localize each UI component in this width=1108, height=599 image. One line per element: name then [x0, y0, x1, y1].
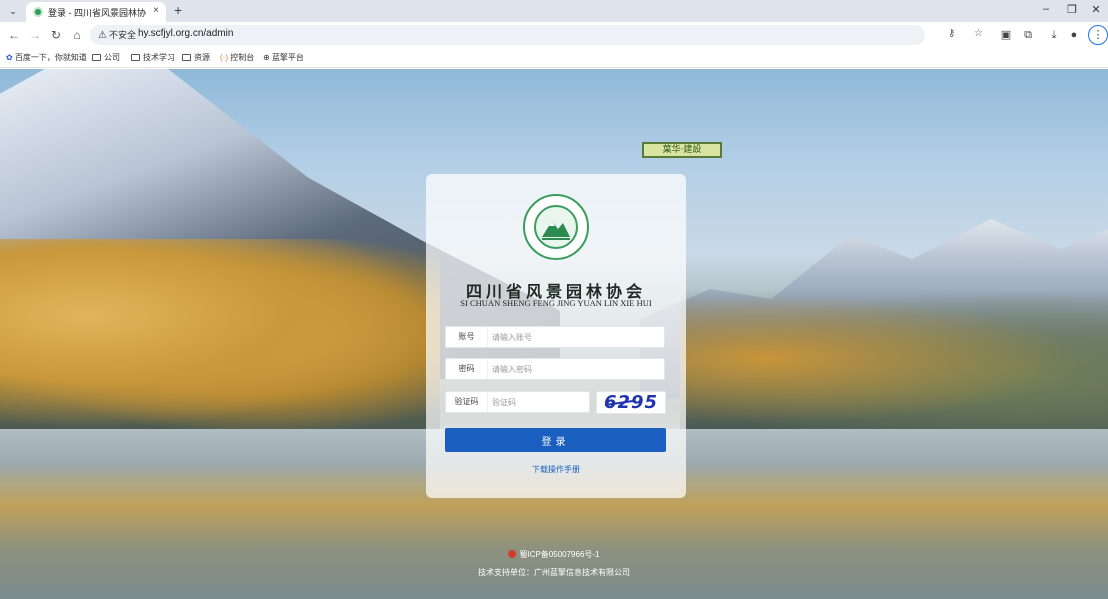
baidu-paw-icon: ✿ [6, 53, 13, 62]
bookmark-label: 百度一下，你就知道 [14, 53, 87, 62]
tab-search-icon[interactable]: ⌄ [6, 4, 20, 18]
download-icon[interactable]: ⤓ [1046, 27, 1062, 43]
icp-record[interactable]: 蜀ICP备05007966号-1 [0, 549, 1108, 560]
browser-toolbar: ← → ↻ ⌂ ⚠ 不安全 hy.scfjyl.org.cn/admin ⚷ ☆ … [0, 22, 1108, 48]
back-arrow-icon[interactable]: ← [6, 27, 22, 43]
login-button[interactable]: 登录 [445, 428, 666, 452]
bookmarks-bar: ✿ 百度一下，你就知道 公司 技术学习 资源 (·) 控制台 ⊕ 蓝擎平台 [0, 48, 1108, 68]
bookmark-folder-resources[interactable]: 资源 [182, 52, 210, 63]
globe-icon: ⊕ [263, 53, 270, 62]
not-secure-indicator[interactable]: ⚠ 不安全 [98, 28, 136, 41]
bookmark-folder-tech[interactable]: 技术学习 [131, 52, 175, 63]
account-field: 账号 [445, 326, 665, 348]
browser-tab[interactable]: 登录 - 四川省风景园林协会会员 × [26, 2, 166, 22]
bookmark-folder-company[interactable]: 公司 [92, 52, 120, 63]
password-field: 密码 [445, 358, 665, 380]
tab-bar: ⌄ 登录 - 四川省风景园林协会会员 × + – ❐ ✕ [0, 0, 1108, 22]
site-favicon-icon [33, 7, 43, 17]
bookmark-console[interactable]: (·) 控制台 [220, 52, 254, 63]
address-bar[interactable]: ⚠ 不安全 hy.scfjyl.org.cn/admin ⚷ ☆ [90, 25, 983, 45]
captcha-input[interactable] [492, 394, 587, 410]
forward-arrow-icon[interactable]: → [27, 27, 43, 43]
login-page-background: 葉华·建設 四川省风景园林协会 SI CHUAN SHENG FENG JING… [0, 69, 1108, 599]
tab-title: 登录 - 四川省风景园林协会会员 [48, 8, 146, 18]
close-window-button[interactable]: ✕ [1086, 3, 1106, 16]
account-input[interactable] [492, 329, 662, 345]
bookmark-platform[interactable]: ⊕ 蓝擎平台 [263, 52, 304, 63]
mountain-logo-icon [542, 221, 570, 240]
not-secure-label: 不安全 [108, 30, 136, 40]
bookmark-label: 资源 [194, 53, 210, 62]
more-menu-icon[interactable]: ⋮ [1088, 25, 1108, 45]
new-tab-button[interactable]: + [174, 2, 182, 18]
minimize-button[interactable]: – [1036, 3, 1056, 15]
restore-button[interactable]: ❐ [1062, 3, 1082, 16]
association-logo [523, 194, 589, 260]
extension-app-icon[interactable]: ● [1066, 27, 1082, 43]
tab-close-icon[interactable]: × [153, 5, 159, 16]
captcha-field: 验证码 [445, 391, 590, 413]
url-text[interactable]: hy.scfjyl.org.cn/admin [138, 28, 233, 39]
folder-icon [131, 54, 140, 61]
captcha-image[interactable]: 6295 [596, 391, 666, 414]
extension-icon[interactable]: ▣ [998, 27, 1014, 43]
floating-sign-image: 葉华·建設 [642, 142, 722, 158]
logo-emblem [534, 205, 578, 249]
bookmark-star-icon[interactable]: ☆ [974, 28, 983, 39]
password-key-icon[interactable]: ⚷ [948, 28, 955, 39]
bookmark-label: 蓝擎平台 [271, 53, 304, 62]
reload-icon[interactable]: ↻ [48, 27, 64, 43]
password-input[interactable] [492, 361, 662, 377]
folder-icon [182, 54, 191, 61]
warning-icon: ⚠ [98, 30, 107, 41]
police-badge-icon [508, 550, 517, 558]
login-panel: 四川省风景园林协会 SI CHUAN SHENG FENG JING YUAN … [426, 174, 686, 498]
background-trees-right [680, 289, 1108, 429]
icp-text: 蜀ICP备05007966号-1 [519, 550, 600, 559]
tech-support-text: 技术支持单位：广州蓝擎信息技术有限公司 [478, 568, 630, 577]
password-label: 密码 [446, 359, 488, 379]
bookmark-baidu[interactable]: ✿ 百度一下，你就知道 [6, 52, 87, 63]
bookmark-label: 控制台 [230, 53, 255, 62]
bookmark-label: 公司 [104, 53, 120, 62]
download-manual-link[interactable]: 下载操作手册 [426, 464, 686, 475]
console-icon: (·) [220, 53, 228, 62]
bookmark-label: 技术学习 [143, 53, 175, 62]
account-label: 账号 [446, 327, 488, 347]
home-icon[interactable]: ⌂ [69, 27, 85, 43]
org-name-english: SI CHUAN SHENG FENG JING YUAN LIN XIE HU… [460, 298, 652, 308]
extensions-puzzle-icon[interactable]: ⧉ [1020, 27, 1036, 43]
background-trees-left [0, 239, 440, 429]
folder-icon [92, 54, 101, 61]
captcha-label: 验证码 [446, 392, 488, 412]
